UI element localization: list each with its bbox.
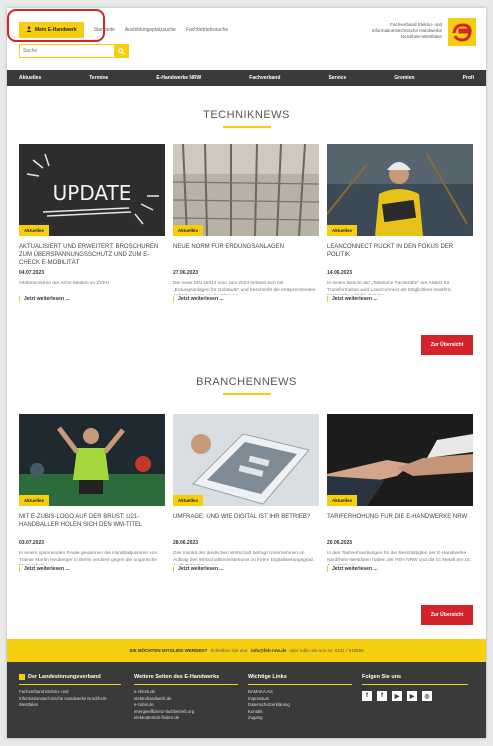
news-date: 28.06.2023 [173,540,199,546]
social-icons: f f ▶ ▶ ◎ [362,691,468,701]
category-badge: Aktuelles [19,225,50,236]
read-more-link[interactable]: Jetzt weiterlesen ... [19,566,165,572]
nav-item-profi[interactable]: Profi [463,75,474,81]
update-image-text: UPDATE [53,181,132,205]
facebook-icon[interactable]: f [362,691,372,701]
footer-heading: Der Landesinnungsverband [19,674,121,685]
read-more-link[interactable]: Jetzt weiterlesen ... [327,566,473,572]
read-more-link[interactable]: Jetzt weiterlesen ... [173,566,319,572]
news-date: 04.07.2023 [19,270,45,276]
membership-cta-bar: SIE MÖCHTEN MITGLIED WERDEN? Schreiben S… [7,639,486,662]
facebook-icon[interactable]: f [377,691,387,701]
news-teaser: Das Institut der deutschen Wirtschaft be… [173,551,315,565]
news-teaser: Infobroschüren der ArGe Medien im ZVEH [19,281,110,286]
logo-icon [19,674,25,680]
news-image-handball: Aktuelles [19,414,165,506]
news-image-update: UPDATE Aktuelles [19,144,165,236]
nav-item-e-handwerke-nrw[interactable]: E-Handwerke NRW [156,75,201,81]
mein-e-handwerk-label: Mein E-Handwerk [35,27,77,33]
news-card[interactable]: UPDATE Aktuelles AKTUALISIERT UND ERWEIT… [19,144,165,302]
news-image-rebar: Aktuelles [173,144,319,236]
news-date: 20.06.2023 [327,540,353,546]
branchennews-underline [223,393,271,395]
branchennews-overview-button[interactable]: Zur Übersicht [421,605,473,625]
techniknews-overview-button[interactable]: Zur Übersicht [421,335,473,355]
news-date: 03.07.2023 [19,540,45,546]
instagram-icon[interactable]: ◎ [422,691,432,701]
search-icon [118,47,125,55]
news-title[interactable]: NEUE NORM FÜR ERDUNGSANLAGEN [173,243,319,267]
news-title[interactable]: TARIFERHÖHUNG FÜR DIE E-HANDWERKE NRW [327,513,473,537]
news-date: 27.06.2023 [173,270,199,276]
mein-e-handwerk-button[interactable]: Mein E-Handwerk [19,22,84,38]
cta-question: SIE MÖCHTEN MITGLIED WERDEN? [129,648,208,653]
top-navigation: Mein E-Handwerk Startseite Ausbildungspl… [19,22,228,38]
footer-column-verband: Der Landesinnungsverband Fachverband Ele… [19,674,121,709]
footer: Der Landesinnungsverband Fachverband Ele… [7,662,486,738]
news-teaser: In einem spannenden Finale gewannen die … [19,551,158,565]
news-image-laptop: Aktuelles [173,414,319,506]
category-badge: Aktuelles [173,225,204,236]
youtube-icon[interactable]: ▶ [407,691,417,701]
nav-item-termine[interactable]: Termine [89,75,108,81]
category-badge: Aktuelles [327,225,358,236]
page: Mein E-Handwerk Startseite Ausbildungspl… [7,8,486,738]
nav-item-gremien[interactable]: Gremien [394,75,414,81]
cta-text-2: oder rufen Sie uns an: 0231 / 519850 [289,648,364,653]
top-link-startseite[interactable]: Startseite [94,27,115,33]
footer-column-social: Folgen Sie uns f f ▶ ▶ ◎ [362,674,468,701]
news-image-handshake: Aktuelles [327,414,473,506]
news-title[interactable]: AKTUALISIERT UND ERWEITERT: BROSCHÜREN Z… [19,243,165,267]
news-teaser: In einem Bericht der „Taskforce Fachkräf… [327,281,452,295]
organization-name: Fachverband Elektro- und Informationstec… [371,22,442,39]
top-link-ausbildungsplatzsuche[interactable]: Ausbildungsplatzsuche [125,27,176,33]
nav-item-fachverband[interactable]: Fachverband [249,75,280,81]
main-navigation: Aktuelles Termine E-Handwerke NRW Fachve… [7,70,486,86]
nav-item-aktuelles[interactable]: Aktuelles [19,75,41,81]
search-input[interactable] [19,44,125,58]
footer-heading: Folgen Sie uns [362,674,468,685]
news-title[interactable]: UMFRAGE: UND WIE DIGITAL IST IHR BETRIEB… [173,513,319,537]
news-card[interactable]: Aktuelles LEANCONNECT RÜCKT IN DEN FOKUS… [327,144,473,302]
top-link-fachbetriebssuche[interactable]: Fachbetriebssuche [186,27,228,33]
news-card[interactable]: Aktuelles NEUE NORM FÜR ERDUNGSANLAGEN 2… [173,144,319,302]
news-title[interactable]: LEANCONNECT RÜCKT IN DEN FOKUS DER POLIT… [327,243,473,267]
footer-heading: Wichtige Links [248,674,352,685]
cta-email-link[interactable]: info@feh-nrw.de [251,648,286,653]
news-card[interactable]: Aktuelles MIT E-ZUBIS-LOGO AUF DER BRUST… [19,414,165,572]
read-more-link[interactable]: Jetzt weiterlesen ... [327,296,473,302]
footer-column-wichtige-links: Wichtige Links BAMAKA AG Impressum Daten… [248,674,352,722]
e-handwerk-logo[interactable] [448,18,476,46]
cta-text-1: Schreiben Sie uns: [210,648,249,653]
footer-heading: Weitere Seiten des E-Handwerks [134,674,238,685]
read-more-link[interactable]: Jetzt weiterlesen ... [19,296,165,302]
top-header: Mein E-Handwerk Startseite Ausbildungspl… [7,8,486,70]
search-button[interactable] [114,44,129,58]
category-badge: Aktuelles [327,495,358,506]
news-teaser: In den Tarifverhandlungen für die Beschä… [327,551,472,565]
footer-column-weitere-seiten: Weitere Seiten des E-Handwerks e-check.d… [134,674,238,722]
techniknews-underline [223,126,271,128]
news-card[interactable]: Aktuelles UMFRAGE: UND WIE DIGITAL IST I… [173,414,319,572]
news-date: 14.06.2023 [327,270,353,276]
category-badge: Aktuelles [19,495,50,506]
news-title[interactable]: MIT E-ZUBIS-LOGO AUF DER BRUST: U21-HAND… [19,513,165,537]
news-image-worker: Aktuelles [327,144,473,236]
category-badge: Aktuelles [173,495,204,506]
read-more-link[interactable]: Jetzt weiterlesen ... [173,296,319,302]
branchennews-title: BRANCHENNEWS [196,376,297,388]
news-teaser: Die neue DIN 18014 vom Juni 2023 befasst… [173,281,316,295]
youtube-icon[interactable]: ▶ [392,691,402,701]
techniknews-title: TECHNIKNEWS [203,109,290,121]
nav-item-service[interactable]: Service [328,75,346,81]
user-icon [26,26,32,34]
footer-link[interactable]: elektrobetrieb-finden.de [134,715,238,722]
news-card[interactable]: Aktuelles TARIFERHÖHUNG FÜR DIE E-HANDWE… [327,414,473,572]
footer-link[interactable]: Zugang [248,715,352,722]
